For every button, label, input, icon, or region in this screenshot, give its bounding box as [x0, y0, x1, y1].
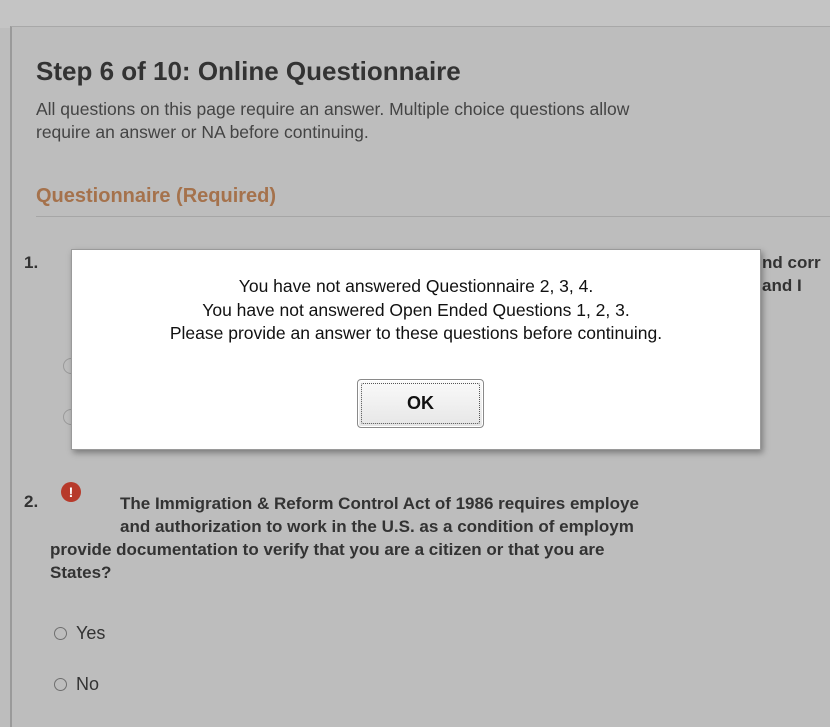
alert-message-line-3: Please provide an answer to these questi… — [169, 323, 663, 343]
radio-icon[interactable] — [54, 678, 67, 691]
question-2-text: The Immigration & Reform Control Act of … — [50, 492, 830, 584]
top-bar — [0, 0, 830, 28]
question-2-line-1: The Immigration & Reform Control Act of … — [120, 494, 639, 513]
section-title: Questionnaire (Required) — [36, 185, 277, 207]
alert-message-line-2: You have not answered Open Ended Questio… — [202, 299, 630, 320]
alert-message: You have not answered Questionnaire 2, 3… — [72, 275, 760, 346]
alert-message-line-1: You have not answered Questionnaire 2, 3… — [238, 276, 594, 296]
question-1-number: 1. — [24, 253, 39, 272]
option-label: Yes — [76, 623, 106, 643]
instructions-line-1: All questions on this page require an an… — [36, 99, 630, 119]
option-label: No — [76, 674, 100, 694]
instructions-line-2: require an answer or NA before continuin… — [36, 122, 369, 142]
question-2-number: 2. — [24, 492, 39, 511]
radio-icon[interactable] — [54, 627, 67, 640]
page-title: Step 6 of 10: Online Questionnaire — [36, 56, 461, 86]
question-2-line-4: States? — [50, 563, 112, 582]
question-2-option-yes[interactable]: Yes — [54, 623, 105, 644]
ok-button[interactable]: OK — [357, 379, 484, 428]
alert-dialog: You have not answered Questionnaire 2, 3… — [71, 249, 761, 450]
question-1-text-fragment-2: and I — [762, 276, 802, 295]
question-2-line-2: and authorization to work in the U.S. as… — [120, 517, 634, 536]
error-icon: ! — [61, 482, 81, 502]
question-1-text-fragment: nd corr — [762, 253, 821, 272]
question-2-line-3: provide documentation to verify that you… — [50, 540, 605, 559]
question-2-option-no[interactable]: No — [54, 674, 99, 695]
instructions-text: All questions on this page require an an… — [36, 98, 830, 144]
section-divider — [36, 216, 830, 217]
